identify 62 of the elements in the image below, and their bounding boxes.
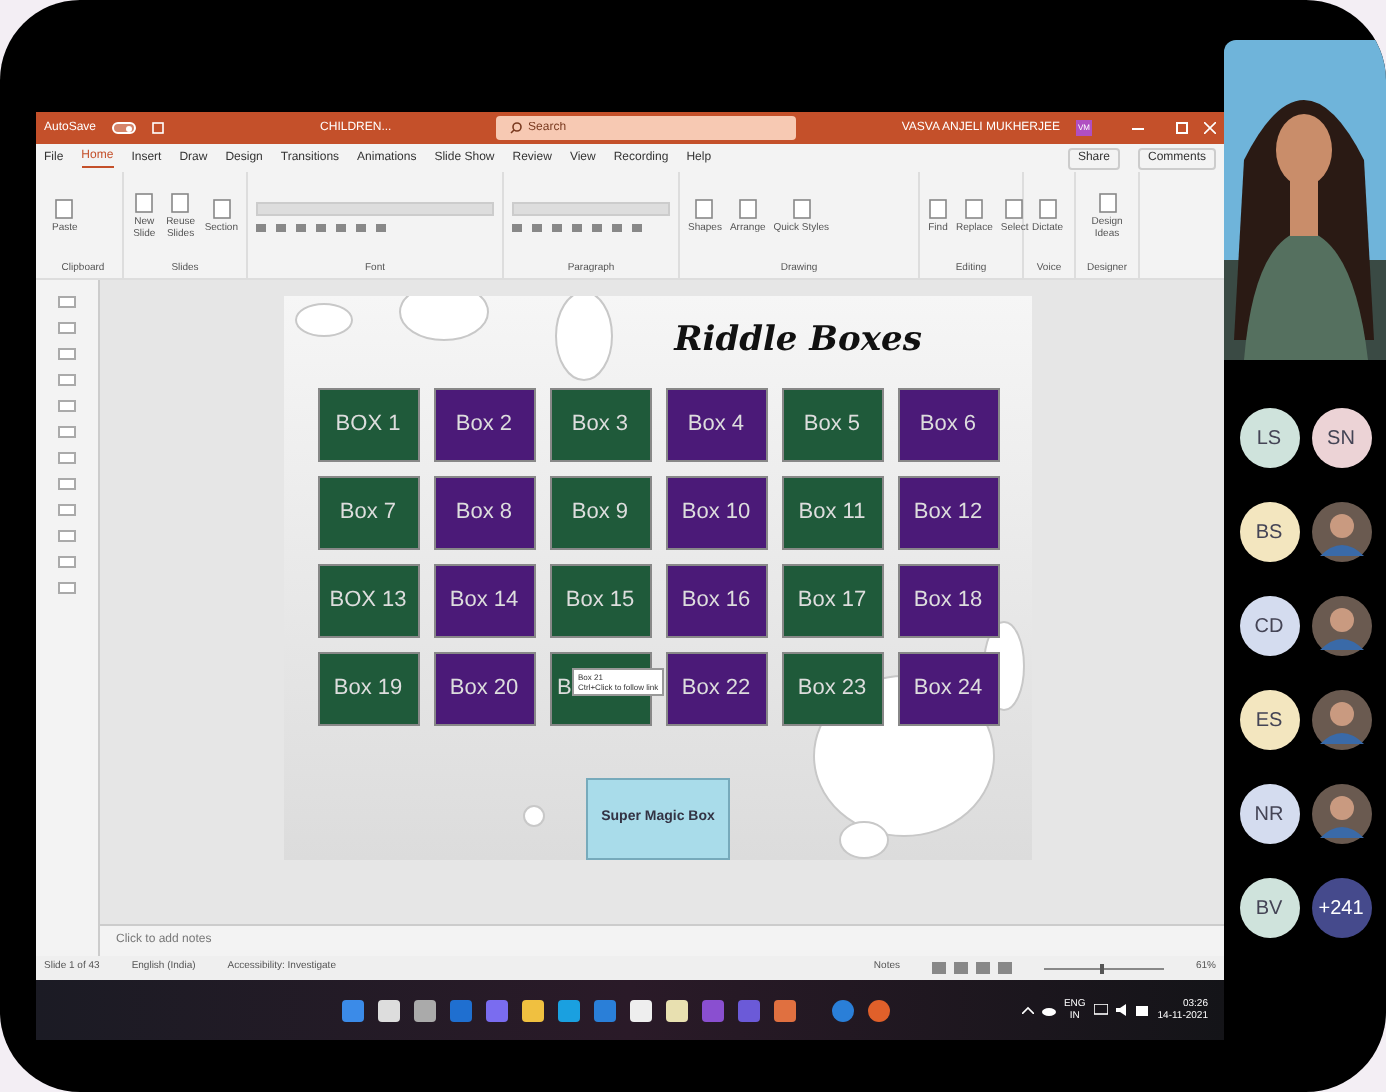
box-link[interactable]: Box 12 xyxy=(897,475,999,549)
box-link[interactable]: Box 18 xyxy=(897,563,999,637)
box-link[interactable]: Box 15 xyxy=(549,563,651,637)
document-icon xyxy=(791,198,812,221)
box-link[interactable]: Box 16 xyxy=(665,563,767,637)
box-link[interactable]: Box 22 xyxy=(665,651,767,725)
document-icon xyxy=(1097,192,1117,215)
document-icon xyxy=(928,198,948,221)
box-link[interactable]: Box 6 xyxy=(897,387,999,461)
water-drop xyxy=(295,303,353,337)
participant-avatar[interactable]: LS xyxy=(1239,408,1299,468)
document-icon xyxy=(54,198,75,221)
box-link[interactable]: Box 20 xyxy=(433,651,535,725)
box-link[interactable]: Box 8 xyxy=(433,475,535,549)
water-drop xyxy=(523,805,545,827)
box-link[interactable]: Box 7 xyxy=(317,475,419,549)
maximize-button[interactable] xyxy=(1176,122,1188,134)
participant-avatar[interactable]: BS xyxy=(1239,502,1299,562)
app-icon[interactable] xyxy=(630,999,652,1021)
document-icon xyxy=(694,198,715,221)
slide-title: Riddle Boxes xyxy=(674,318,922,364)
box-link[interactable]: Box 2 xyxy=(433,387,535,461)
participant-avatar[interactable]: ES xyxy=(1239,690,1299,750)
save-icon[interactable] xyxy=(152,122,165,134)
document-icon xyxy=(211,198,232,221)
box-link[interactable]: Box 10 xyxy=(665,475,767,549)
battery-icon[interactable] xyxy=(1135,1005,1150,1015)
document-icon xyxy=(134,192,155,215)
participant-avatar[interactable]: +241 xyxy=(1311,878,1371,938)
participant-avatar[interactable]: BV xyxy=(1239,878,1299,938)
view-icons[interactable] xyxy=(931,962,1012,974)
cloud-icon[interactable] xyxy=(1041,1005,1056,1015)
water-drop xyxy=(555,296,613,381)
box-link[interactable]: BOX 1 xyxy=(317,387,419,461)
box-link[interactable]: Box 4 xyxy=(665,387,767,461)
minimize-button[interactable] xyxy=(1132,127,1144,129)
box-link[interactable]: Box 11 xyxy=(781,475,883,549)
document-icon xyxy=(737,198,758,221)
water-drop xyxy=(399,296,489,341)
document-icon xyxy=(170,192,191,215)
box-link[interactable]: Box 9 xyxy=(549,475,651,549)
box-link[interactable]: Box 23 xyxy=(781,651,883,725)
document-icon xyxy=(1004,198,1025,221)
font-field[interactable] xyxy=(512,201,670,216)
caret-icon[interactable] xyxy=(1021,1006,1034,1014)
box-link[interactable]: Box 14 xyxy=(433,563,535,637)
close-icon[interactable] xyxy=(1204,122,1216,134)
autosave-toggle[interactable] xyxy=(112,122,137,134)
document-icon xyxy=(964,198,985,221)
participant-avatar[interactable]: NR xyxy=(1239,784,1299,844)
box-link[interactable]: Box 17 xyxy=(781,563,883,637)
box-link[interactable]: BOX 13 xyxy=(317,563,419,637)
box-link[interactable]: Box 3 xyxy=(549,387,651,461)
document-icon xyxy=(1037,198,1058,221)
font-field[interactable] xyxy=(256,201,494,216)
box-link[interactable]: Box 19 xyxy=(317,651,419,725)
box-link[interactable]: Box 24 xyxy=(897,651,999,725)
speaker-icon[interactable] xyxy=(1115,1004,1128,1016)
participant-avatar[interactable]: SN xyxy=(1311,408,1371,468)
network-icon[interactable] xyxy=(1093,1004,1108,1016)
participant-avatar[interactable]: CD xyxy=(1239,596,1299,656)
box-link[interactable]: Box 5 xyxy=(781,387,883,461)
